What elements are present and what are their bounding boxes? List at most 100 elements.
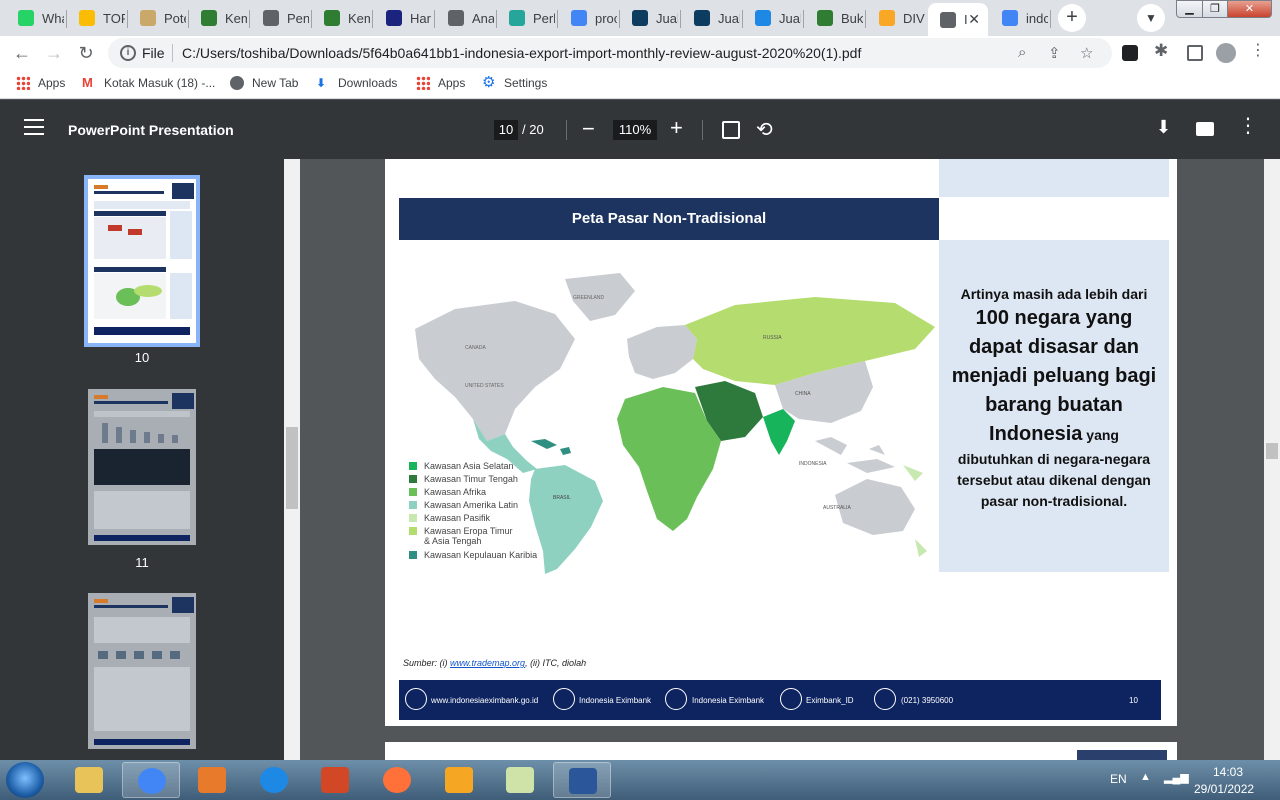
tab-label: Pen — [287, 10, 309, 26]
sidebar-scrollbar[interactable] — [284, 159, 300, 760]
bookmark-settings[interactable]: ⚙ Settings — [482, 75, 547, 90]
download-icon[interactable]: ⬇ — [1156, 117, 1171, 138]
browser-tab[interactable]: Har — [374, 4, 432, 32]
browser-tab[interactable]: Kem — [189, 4, 247, 32]
browser-tab[interactable]: proc — [559, 4, 617, 32]
start-button[interactable] — [6, 762, 44, 798]
thumbnail-page-10[interactable] — [84, 175, 200, 347]
footer-web: www.indonesiaeximbank.go.id — [431, 696, 539, 705]
bookmark-star-icon[interactable]: ☆ — [1080, 44, 1093, 62]
window-close-button[interactable]: ✕ — [1227, 0, 1272, 18]
page-total: / 20 — [522, 122, 544, 137]
tab-label: Jual — [718, 10, 740, 26]
puzzle-icon[interactable]: ✱ — [1154, 41, 1168, 61]
browser-tab[interactable]: Perk — [497, 4, 555, 32]
map-label-indonesia: INDONESIA — [799, 461, 827, 467]
legend-item: Kawasan Eropa Timur & Asia Tengah — [409, 526, 519, 546]
thumbnail-preview — [88, 593, 196, 749]
browser-tab[interactable]: Jual — [743, 4, 801, 32]
browser-menu-icon[interactable]: ⋮ — [1250, 40, 1266, 60]
info-icon[interactable]: i — [120, 45, 136, 61]
browser-tab[interactable]: Pote — [128, 4, 186, 32]
more-options-icon[interactable]: ⋮ — [1238, 116, 1258, 136]
toolbar-divider — [702, 120, 703, 140]
window-restore-button[interactable]: ❐ — [1202, 0, 1228, 18]
tab-favicon-icon — [140, 10, 156, 26]
pdf-menu-icon[interactable] — [24, 119, 44, 137]
browser-tab[interactable]: Wha — [6, 4, 64, 32]
taskbar-app-word[interactable] — [553, 762, 611, 798]
browser-tab[interactable]: I ✕ — [928, 3, 988, 36]
browser-tab[interactable]: Kem — [312, 4, 370, 32]
tab-favicon-icon — [632, 10, 648, 26]
viewer-scroll-thumb[interactable] — [1266, 443, 1278, 459]
browser-tab[interactable]: Jual — [682, 4, 740, 32]
download-icon: ⬇ — [316, 76, 327, 90]
tab-close-icon[interactable]: ✕ — [968, 11, 980, 28]
taskbar-app-chrome[interactable] — [122, 762, 180, 798]
taskbar-app-vlc[interactable] — [430, 762, 488, 798]
new-tab-button[interactable]: + — [1058, 4, 1086, 32]
bookmark-downloads[interactable]: ⬇ Downloads — [316, 76, 397, 90]
thumbnail-page-12[interactable] — [88, 593, 196, 749]
back-button[interactable]: ← — [8, 39, 36, 67]
print-icon[interactable] — [1196, 122, 1214, 136]
thumbnail-page-11[interactable] — [88, 389, 196, 545]
taskbar-app-powerpoint[interactable] — [306, 762, 364, 798]
taskbar-app-ie[interactable] — [245, 762, 303, 798]
browser-tab[interactable]: Buk — [805, 4, 863, 32]
bookmark-new-tab[interactable]: New Tab — [230, 76, 298, 90]
pdf-viewer[interactable]: Peta Pasar Non-Tradisional Artinya masih… — [300, 159, 1264, 760]
browser-tab[interactable]: DIVI — [867, 4, 925, 32]
sidebar-scroll-thumb[interactable] — [286, 427, 298, 509]
tab-favicon-icon — [940, 11, 956, 28]
taskbar-app-folder[interactable] — [491, 762, 549, 798]
tray-expand-icon[interactable]: ▲ — [1140, 771, 1151, 783]
tab-favicon-icon — [263, 10, 279, 26]
slide-footer: www.indonesiaeximbank.go.id Indonesia Ex… — [399, 680, 1161, 720]
zoom-in-button[interactable]: + — [670, 115, 683, 141]
bookmark-gmail[interactable]: M Kotak Masuk (18) -... — [82, 76, 215, 91]
profile-avatar[interactable] — [1216, 43, 1236, 63]
callout-line-1: Artinya masih ada lebih dari — [960, 286, 1148, 302]
source-link[interactable]: www.trademap.org — [450, 658, 525, 668]
zoom-out-button[interactable]: − — [582, 116, 595, 142]
tab-favicon-icon — [386, 10, 402, 26]
extension-icon[interactable] — [1122, 45, 1138, 61]
browser-tab[interactable]: indc — [990, 4, 1048, 32]
browser-tab[interactable]: Jual — [620, 4, 678, 32]
tab-search-button[interactable]: ▼ — [1137, 4, 1165, 32]
browser-tab[interactable]: Pen — [251, 4, 309, 32]
forward-button[interactable]: → — [40, 39, 68, 67]
phone-icon — [874, 688, 896, 710]
language-indicator[interactable]: EN — [1110, 772, 1127, 786]
side-panel-icon[interactable] — [1187, 45, 1203, 61]
browser-tab[interactable]: Ana — [436, 4, 494, 32]
bookmark-apps[interactable]: Apps — [16, 76, 65, 90]
tab-label: DIVI — [903, 10, 925, 26]
toolbar-divider — [566, 120, 567, 140]
taskbar-app-explorer[interactable] — [60, 762, 118, 798]
thumbnail-preview — [88, 179, 196, 343]
zoom-level-input[interactable]: 110% — [613, 120, 657, 140]
taskbar-app-media[interactable] — [183, 762, 241, 798]
footer-page-number: 10 — [1129, 696, 1138, 705]
browser-tab[interactable]: TOR — [67, 4, 125, 32]
fit-to-page-icon[interactable] — [722, 121, 740, 139]
signal-icon[interactable]: ▂▄▆ — [1164, 771, 1189, 784]
clock-date[interactable]: 29/01/2022 — [1194, 782, 1254, 796]
legend-swatch — [409, 551, 417, 559]
address-bar[interactable]: i File C:/Users/toshiba/Downloads/5f64b0… — [108, 38, 1112, 68]
url-text[interactable]: C:/Users/toshiba/Downloads/5f64b0a641bb1… — [182, 45, 861, 61]
reload-button[interactable]: ↻ — [72, 39, 100, 67]
page-number-input[interactable]: 10 — [494, 120, 518, 140]
window-minimize-button[interactable]: ▁ — [1176, 0, 1203, 18]
taskbar-app-firefox[interactable] — [368, 762, 426, 798]
bookmark-apps-2[interactable]: Apps — [416, 76, 465, 90]
share-icon[interactable]: ⇪ — [1048, 44, 1061, 62]
zoom-icon[interactable]: ⌕ — [1018, 44, 1026, 61]
viewer-scrollbar[interactable] — [1264, 159, 1280, 760]
clock-time[interactable]: 14:03 — [1198, 765, 1258, 779]
globe-icon — [230, 76, 244, 90]
rotate-icon[interactable]: ⟲ — [756, 117, 773, 142]
